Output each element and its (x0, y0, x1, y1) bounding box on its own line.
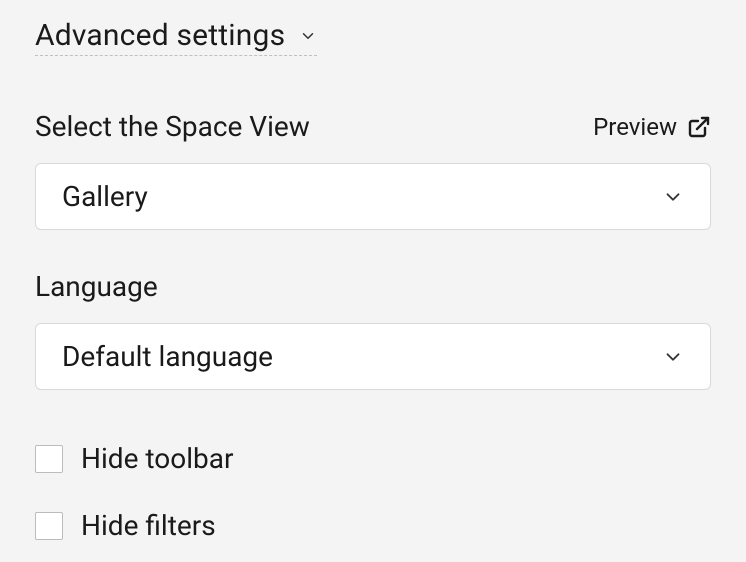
checkbox-group: Hide toolbar Hide filters (35, 442, 711, 542)
space-view-label-row: Select the Space View Preview (35, 110, 711, 143)
preview-link-label: Preview (593, 113, 677, 141)
hide-toolbar-checkbox-row[interactable]: Hide toolbar (35, 442, 711, 475)
language-section: Language Default language (35, 270, 711, 390)
space-view-section: Select the Space View Preview Gallery (35, 110, 711, 230)
language-select[interactable]: Default language (35, 323, 711, 390)
chevron-down-icon (299, 27, 317, 45)
hide-toolbar-label: Hide toolbar (81, 442, 233, 475)
hide-toolbar-checkbox[interactable] (35, 445, 63, 473)
advanced-settings-toggle[interactable]: Advanced settings (35, 18, 317, 56)
hide-filters-label: Hide filters (81, 509, 216, 542)
hide-filters-checkbox-row[interactable]: Hide filters (35, 509, 711, 542)
language-label: Language (35, 270, 158, 303)
language-label-row: Language (35, 270, 711, 303)
chevron-down-icon (662, 186, 684, 208)
external-link-icon (687, 115, 711, 139)
chevron-down-icon (662, 346, 684, 368)
preview-link[interactable]: Preview (593, 113, 711, 141)
advanced-settings-title: Advanced settings (35, 18, 285, 53)
space-view-select-value: Gallery (62, 180, 148, 213)
space-view-select[interactable]: Gallery (35, 163, 711, 230)
language-select-value: Default language (62, 340, 273, 373)
space-view-label: Select the Space View (35, 110, 310, 143)
hide-filters-checkbox[interactable] (35, 512, 63, 540)
